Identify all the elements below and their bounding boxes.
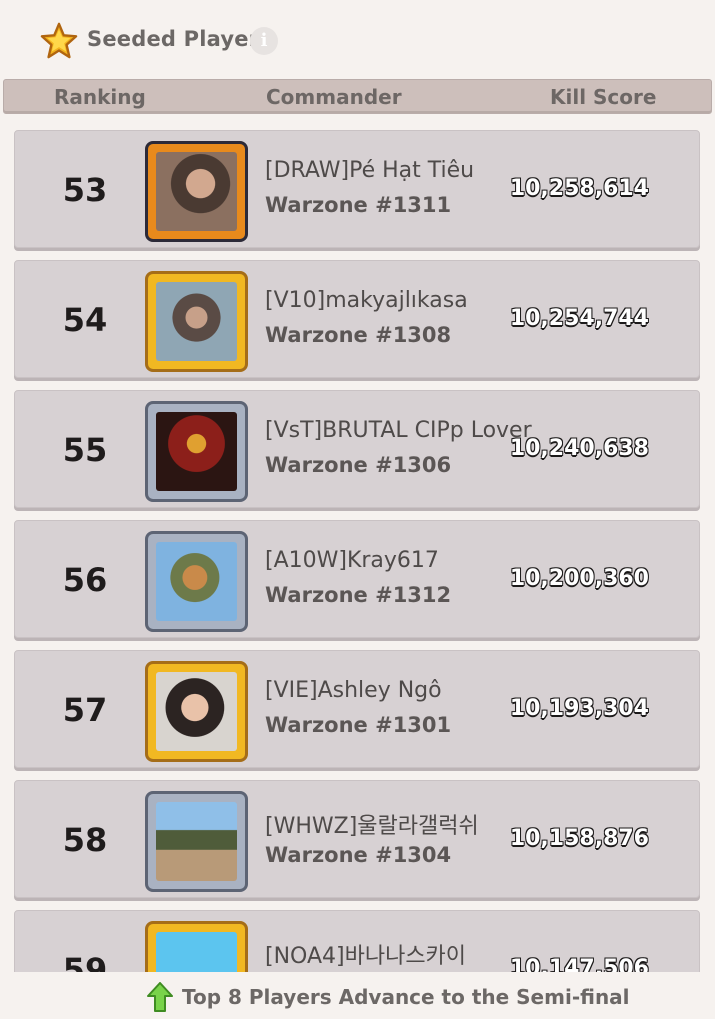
column-header-kill-score: Kill Score bbox=[550, 85, 657, 109]
footer-banner: Top 8 Players Advance to the Semi-final bbox=[0, 972, 715, 1019]
star-icon bbox=[40, 22, 78, 59]
warzone-label: Warzone #1301 bbox=[265, 713, 452, 737]
commander-name: [V10]makyajlıkasa bbox=[265, 288, 468, 313]
row-rank: 56 bbox=[62, 561, 108, 599]
kill-score: 10,147,506 bbox=[509, 956, 649, 972]
leaderboard-row[interactable]: 55 [VsT]BRUTAL CIPp Lover Warzone #1306 … bbox=[14, 390, 700, 508]
page-title: Seeded Player bbox=[87, 27, 260, 51]
player-avatar[interactable] bbox=[145, 531, 248, 632]
commander-name: [A10W]Kray617 bbox=[265, 548, 439, 573]
player-avatar[interactable] bbox=[145, 921, 248, 972]
row-rank: 54 bbox=[62, 301, 108, 339]
column-header-row: Ranking Commander Kill Score bbox=[3, 79, 712, 114]
player-avatar[interactable] bbox=[145, 791, 248, 892]
player-avatar[interactable] bbox=[145, 401, 248, 502]
warzone-label: Warzone #1306 bbox=[265, 453, 452, 477]
leaderboard-list[interactable]: 53 [DRAW]Pé Hạt Tiêu Warzone #1311 10,25… bbox=[0, 122, 715, 972]
row-rank: 59 bbox=[62, 951, 108, 972]
warzone-label: Warzone #1311 bbox=[265, 193, 452, 217]
leaderboard-row[interactable]: 59 [NOA4]바나나스카이 10,147,506 bbox=[14, 910, 700, 972]
kill-score: 10,200,360 bbox=[509, 566, 649, 591]
row-rank: 57 bbox=[62, 691, 108, 729]
top-bar: Seeded Player i bbox=[0, 0, 715, 78]
column-header-ranking: Ranking bbox=[54, 85, 146, 109]
kill-score: 10,254,744 bbox=[509, 306, 649, 331]
commander-name: [WHWZ]울랄라갤럭쉬 bbox=[265, 814, 479, 839]
leaderboard-row[interactable]: 54 [V10]makyajlıkasa Warzone #1308 10,25… bbox=[14, 260, 700, 378]
commander-name: [VsT]BRUTAL CIPp Lover bbox=[265, 418, 532, 443]
warzone-label: Warzone #1308 bbox=[265, 323, 452, 347]
footer-text: Top 8 Players Advance to the Semi-final bbox=[182, 985, 630, 1009]
warzone-label: Warzone #1304 bbox=[265, 843, 452, 867]
kill-score: 10,258,614 bbox=[509, 176, 649, 201]
commander-name: [VIE]Ashley Ngô bbox=[265, 678, 442, 703]
leaderboard-row[interactable]: 53 [DRAW]Pé Hạt Tiêu Warzone #1311 10,25… bbox=[14, 130, 700, 248]
kill-score: 10,158,876 bbox=[509, 826, 649, 851]
player-avatar[interactable] bbox=[145, 661, 248, 762]
green-up-arrow-icon bbox=[147, 982, 173, 1012]
leaderboard-row[interactable]: 57 [VIE]Ashley Ngô Warzone #1301 10,193,… bbox=[14, 650, 700, 768]
leaderboard-row[interactable]: 58 [WHWZ]울랄라갤럭쉬 Warzone #1304 10,158,876 bbox=[14, 780, 700, 898]
commander-name: [DRAW]Pé Hạt Tiêu bbox=[265, 158, 475, 183]
kill-score: 10,240,638 bbox=[509, 436, 649, 461]
kill-score: 10,193,304 bbox=[509, 696, 649, 721]
column-header-commander: Commander bbox=[266, 85, 402, 109]
leaderboard-row[interactable]: 56 [A10W]Kray617 Warzone #1312 10,200,36… bbox=[14, 520, 700, 638]
warzone-label: Warzone #1312 bbox=[265, 583, 452, 607]
info-icon[interactable]: i bbox=[250, 27, 278, 55]
row-rank: 53 bbox=[62, 171, 108, 209]
player-avatar[interactable] bbox=[145, 271, 248, 372]
row-rank: 58 bbox=[62, 821, 108, 859]
commander-name: [NOA4]바나나스카이 bbox=[265, 944, 467, 969]
player-avatar[interactable] bbox=[145, 141, 248, 242]
row-rank: 55 bbox=[62, 431, 108, 469]
